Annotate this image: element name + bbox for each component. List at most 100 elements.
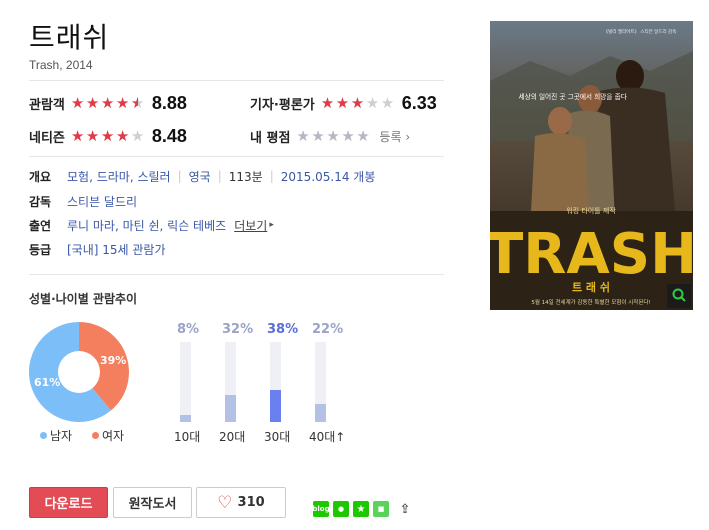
original-book-button[interactable]: 원작도서 [113, 487, 192, 518]
poster-image: TRASH 트 래 쉬 워킹 타이틀 제작 5월 14일 전세계가 감동한 특별… [490, 21, 693, 310]
separator: | [177, 169, 182, 183]
age-bar-track [315, 342, 326, 422]
netizen-score: 8.48 [151, 125, 187, 146]
grade-label: 등급 [29, 242, 52, 257]
star-icon[interactable]: ★ [311, 128, 326, 144]
critic-score: 6.33 [401, 92, 437, 113]
chevron-right-icon: › [405, 129, 411, 144]
blog-share-icon[interactable]: blog [312, 501, 330, 517]
overview-label: 개요 [29, 169, 52, 184]
legend-male: 남자 [40, 427, 72, 444]
audience-rating-label: 관람객 [29, 97, 65, 113]
critic-stars: ★ ★ ★ ★ ★ [321, 95, 396, 111]
star-icon[interactable]: ★ [341, 128, 356, 144]
netizen-rating: 네티즌 ★ ★ ★ ★ ★ 8.48 [29, 125, 187, 147]
star-icon[interactable]: ★ [356, 128, 371, 144]
heart-icon: ♡ [217, 492, 233, 513]
blog-icon-label: blog [312, 505, 330, 513]
divider [29, 274, 444, 275]
poster-maker: 워킹 타이틀 제작 [566, 206, 616, 215]
like-count: 310 [237, 495, 265, 510]
register-rating-link[interactable]: 등록 › [379, 128, 410, 145]
netizen-rating-label: 네티즌 [29, 130, 65, 146]
share-icon[interactable]: ⇪ [397, 501, 413, 517]
overview-row: 개요 모험, 드라마, 스릴러 | 영국 | 113분 | 2015.05.14… [29, 167, 375, 185]
more-cast-link[interactable]: 더보기 [234, 217, 267, 234]
star-icon: ★ [100, 94, 114, 112]
star-icon: ★ [85, 127, 99, 145]
grade-link[interactable]: [국내] 15세 관람가 [67, 241, 166, 258]
star-icon: ★ [85, 94, 99, 112]
genres-link[interactable]: 모험, 드라마, 스릴러 [67, 168, 171, 185]
age-label: 20대 [219, 430, 246, 444]
bookmark-share-icon[interactable]: ■ [373, 501, 389, 517]
star-icon: ★ [320, 94, 334, 112]
star-icon: ★ [130, 127, 144, 145]
cafe-share-icon[interactable]: ● [333, 501, 349, 517]
download-button[interactable]: 다운로드 [29, 487, 108, 518]
audience-rating: 관람객 ★★★★★ 8.88 [29, 92, 187, 114]
director-row: 감독 스티븐 달드리 [29, 192, 137, 210]
like-button[interactable]: ♡ 310 [196, 487, 286, 518]
separator: | [217, 169, 222, 183]
movie-poster[interactable]: TRASH 트 래 쉬 워킹 타이틀 제작 5월 14일 전세계가 감동한 특별… [490, 21, 693, 310]
star-icon: ★ [365, 94, 379, 112]
star-icon: ★ [70, 94, 84, 112]
audience-stars: ★ ★ ★ ★ ★ [71, 95, 146, 111]
female-label: 여자 [102, 429, 125, 443]
age-label: 30대 [264, 430, 291, 444]
half-star-icon: ★ [131, 95, 146, 111]
poster-search-icon[interactable] [667, 284, 691, 308]
male-label: 남자 [50, 429, 73, 443]
divider [29, 156, 444, 157]
share-icons: blog ● ★ ■ ⇪ [312, 501, 417, 517]
donut-hole [58, 351, 100, 393]
poster-bottom-text: 5월 14일 전세계가 감동한 특별한 모험이 시작된다! [531, 298, 650, 306]
age-percent: 22% [312, 322, 344, 337]
stats-title: 성별·나이별 관람추이 [29, 292, 138, 306]
age-bar-track [270, 342, 281, 422]
legend-female: 여자 [92, 427, 124, 444]
country-link[interactable]: 영국 [189, 168, 211, 185]
director-label: 감독 [29, 194, 52, 209]
gender-donut-chart [29, 322, 129, 422]
star-icon: ★ [100, 127, 114, 145]
star-icon[interactable]: ★ [326, 128, 341, 144]
poster-logo: TRASH [490, 222, 693, 287]
age-bar [180, 415, 191, 422]
male-dot-icon [40, 432, 47, 439]
age-bar [225, 395, 236, 422]
male-percent: 61% [34, 376, 61, 389]
cast-links[interactable]: 루니 마라, 마틴 쉰, 릭슨 테베즈 [67, 217, 226, 234]
movie-subtitle: Trash, 2014 [29, 58, 93, 72]
register-label[interactable]: 등록 [379, 130, 401, 144]
poster-top-text: 《빌리 엘리어트》 스티븐 달드리 감독 [604, 28, 677, 35]
runtime: 113분 [228, 169, 263, 184]
age-label: 10대 [174, 430, 201, 444]
movie-title: 트래쉬 [29, 21, 110, 54]
director-link[interactable]: 스티븐 달드리 [67, 193, 137, 210]
star-share-icon[interactable]: ★ [353, 501, 369, 517]
star-icon: ★ [115, 127, 129, 145]
star-icon: ★ [350, 94, 364, 112]
my-rating-label: 내 평점 [250, 130, 291, 146]
separator: | [269, 169, 274, 183]
poster-logo-kr: 트 래 쉬 [572, 280, 610, 294]
audience-score: 8.88 [151, 92, 187, 113]
grade-row: 등급 [국내] 15세 관람가 [29, 240, 166, 258]
age-percent: 8% [177, 322, 200, 337]
my-rating-stars[interactable]: ★ ★ ★ ★ ★ [296, 128, 371, 144]
age-bar-track [225, 342, 236, 422]
star-icon: ★ [380, 94, 394, 112]
star-icon: ★ [70, 127, 84, 145]
star-icon[interactable]: ★ [296, 128, 311, 144]
age-label: 40대↑ [309, 430, 346, 444]
age-bar [315, 404, 326, 422]
female-dot-icon [92, 432, 99, 439]
age-percent: 38% [267, 322, 299, 337]
release-date-link[interactable]: 2015.05.14 개봉 [281, 168, 376, 185]
critic-rating: 기자·평론가 ★ ★ ★ ★ ★ 6.33 [250, 92, 437, 114]
divider [29, 80, 444, 81]
triangle-right-icon: ▸ [269, 220, 274, 230]
poster-tagline: 세상의 일어진 곳 그곳에서 희망을 줍다 [519, 92, 627, 101]
